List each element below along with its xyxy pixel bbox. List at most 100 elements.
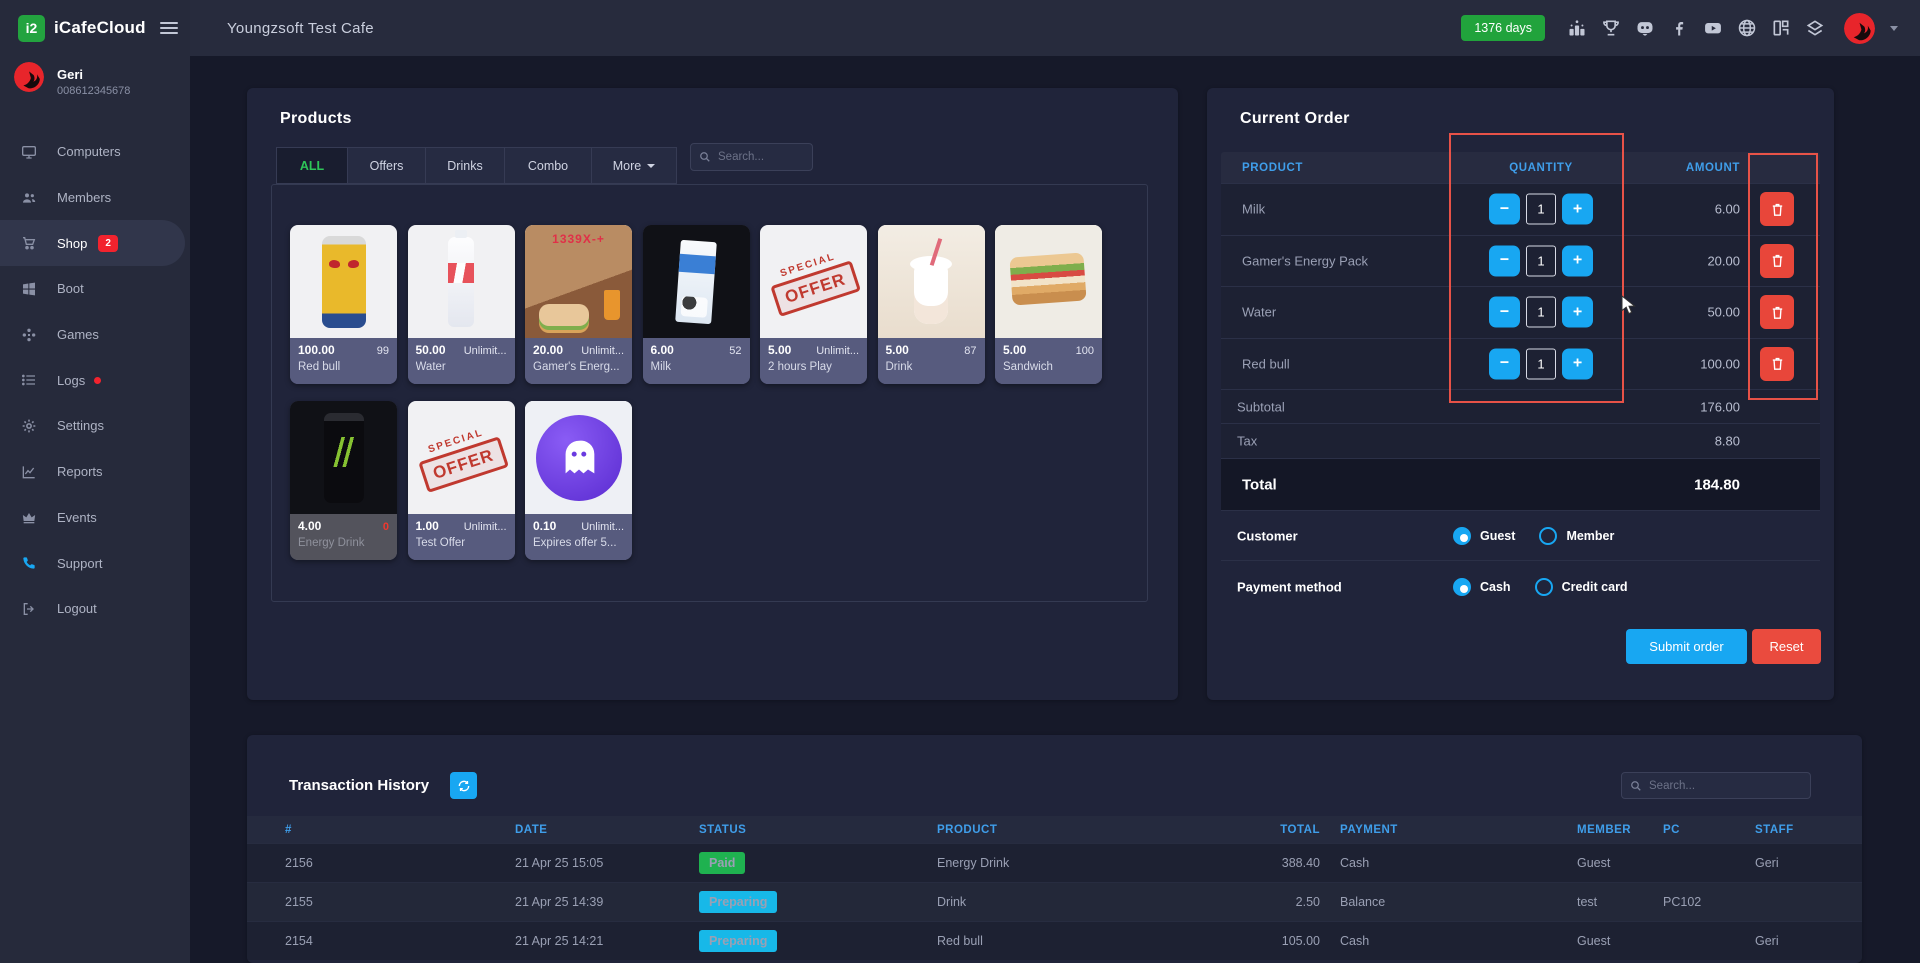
qty-input[interactable] bbox=[1526, 297, 1556, 328]
table-row[interactable]: 2155 21 Apr 25 14:39 Preparing Drink 2.5… bbox=[247, 882, 1862, 921]
subscription-days-badge[interactable]: 1376 days bbox=[1461, 15, 1545, 41]
decrease-qty-button[interactable]: − bbox=[1489, 297, 1520, 328]
facebook-icon[interactable] bbox=[1668, 18, 1689, 39]
table-row[interactable]: 2154 21 Apr 25 14:21 Preparing Red bull … bbox=[247, 921, 1862, 960]
status-badge: Preparing bbox=[699, 891, 777, 913]
icafecloud-logo-icon: i2 bbox=[18, 15, 45, 42]
combo-meal-image: 1339X-+ bbox=[525, 225, 632, 338]
milkshake-image bbox=[878, 225, 985, 338]
monitor-icon bbox=[20, 143, 37, 160]
sidebar: Geri 008612345678 Computers Members Shop… bbox=[0, 56, 190, 963]
tab-all[interactable]: ALL bbox=[276, 147, 348, 184]
layers-icon[interactable] bbox=[1804, 18, 1825, 39]
increase-qty-button[interactable]: + bbox=[1562, 194, 1593, 225]
ranking-icon[interactable] bbox=[1566, 18, 1587, 39]
increase-qty-button[interactable]: + bbox=[1562, 297, 1593, 328]
chart-icon bbox=[20, 463, 37, 480]
minus-icon: − bbox=[1500, 303, 1509, 321]
minus-icon: − bbox=[1500, 252, 1509, 270]
subtotal-row: Subtotal 176.00 bbox=[1221, 389, 1820, 423]
tab-drinks[interactable]: Drinks bbox=[425, 147, 505, 184]
reset-button[interactable]: Reset bbox=[1752, 629, 1821, 664]
qty-input[interactable] bbox=[1526, 194, 1556, 225]
discord-icon[interactable] bbox=[1634, 18, 1655, 39]
submit-order-button[interactable]: Submit order bbox=[1626, 629, 1747, 664]
order-row: Milk −+ 6.00 bbox=[1221, 183, 1820, 235]
trash-icon bbox=[1770, 356, 1785, 371]
minus-icon: − bbox=[1500, 200, 1509, 218]
decrease-qty-button[interactable]: − bbox=[1489, 348, 1520, 379]
user-avatar bbox=[14, 62, 44, 92]
product-card-drink[interactable]: 5.0087Drink bbox=[878, 225, 985, 384]
history-search-input[interactable] bbox=[1649, 780, 1802, 792]
delete-item-button[interactable] bbox=[1760, 244, 1794, 278]
payment-cash-option[interactable]: Cash bbox=[1453, 578, 1511, 596]
sidebar-item-reports[interactable]: Reports bbox=[0, 449, 190, 495]
icafecloud-site-icon[interactable] bbox=[1770, 18, 1791, 39]
order-row: Water −+ 50.00 bbox=[1221, 286, 1820, 338]
status-badge: Preparing bbox=[699, 930, 777, 952]
product-card-expires-offer[interactable]: 0.10Unlimit...Expires offer 5... bbox=[525, 401, 632, 560]
qty-input[interactable] bbox=[1526, 348, 1556, 379]
decrease-qty-button[interactable]: − bbox=[1489, 245, 1520, 276]
water-bottle-image bbox=[408, 225, 515, 338]
plus-icon: + bbox=[1573, 303, 1582, 321]
tab-combo[interactable]: Combo bbox=[504, 147, 592, 184]
products-tabs: ALL Offers Drinks Combo More bbox=[276, 147, 677, 184]
sidebar-item-support[interactable]: Support bbox=[0, 540, 190, 586]
product-card-milk[interactable]: 6.0052Milk bbox=[643, 225, 750, 384]
sidebar-item-boot[interactable]: Boot bbox=[0, 266, 190, 312]
history-search bbox=[1621, 772, 1811, 799]
sidebar-item-shop[interactable]: Shop 2 bbox=[0, 220, 185, 266]
sidebar-item-games[interactable]: Games bbox=[0, 312, 190, 358]
delete-item-button[interactable] bbox=[1760, 192, 1794, 226]
refresh-button[interactable] bbox=[450, 772, 477, 799]
products-search-input[interactable] bbox=[718, 151, 804, 163]
product-card-test-offer[interactable]: SPECIALOFFER 1.00Unlimit...Test Offer bbox=[408, 401, 515, 560]
brand-area: i2 iCafeCloud bbox=[0, 0, 190, 56]
globe-icon[interactable] bbox=[1736, 18, 1757, 39]
product-card-red-bull[interactable]: 100.0099Red bull bbox=[290, 225, 397, 384]
delete-item-button[interactable] bbox=[1760, 347, 1794, 381]
chevron-down-icon[interactable] bbox=[1890, 26, 1898, 31]
tab-more[interactable]: More bbox=[591, 147, 677, 184]
cart-icon bbox=[20, 235, 37, 252]
user-name: Geri bbox=[57, 67, 130, 82]
qty-input[interactable] bbox=[1526, 245, 1556, 276]
tab-offers[interactable]: Offers bbox=[347, 147, 426, 184]
sidebar-item-logs[interactable]: Logs bbox=[0, 357, 190, 403]
current-order-title: Current Order bbox=[1240, 110, 1350, 128]
delete-item-button[interactable] bbox=[1760, 295, 1794, 329]
product-card-energy-drink[interactable]: 4.000Energy Drink bbox=[290, 401, 397, 560]
radio-selected-icon bbox=[1453, 578, 1471, 596]
menu-toggle-icon[interactable] bbox=[160, 19, 178, 37]
sidebar-user[interactable]: Geri 008612345678 bbox=[14, 62, 130, 97]
sidebar-item-logout[interactable]: Logout bbox=[0, 586, 190, 632]
trash-icon bbox=[1770, 202, 1785, 217]
increase-qty-button[interactable]: + bbox=[1562, 245, 1593, 276]
user-phone: 008612345678 bbox=[57, 85, 130, 97]
product-card-2-hours-play[interactable]: SPECIALOFFER 5.00Unlimit...2 hours Play bbox=[760, 225, 867, 384]
customer-member-option[interactable]: Member bbox=[1539, 527, 1614, 545]
cafe-title: Youngzsoft Test Cafe bbox=[227, 0, 374, 56]
sidebar-item-computers[interactable]: Computers bbox=[0, 129, 190, 175]
decrease-qty-button[interactable]: − bbox=[1489, 194, 1520, 225]
sidebar-item-events[interactable]: Events bbox=[0, 495, 190, 541]
sidebar-nav: Computers Members Shop 2 Boot Games Logs… bbox=[0, 129, 190, 632]
table-row[interactable]: 2156 21 Apr 25 15:05 Paid Energy Drink 3… bbox=[247, 843, 1862, 882]
youtube-icon[interactable] bbox=[1702, 18, 1723, 39]
user-avatar[interactable] bbox=[1844, 13, 1875, 44]
product-card-gamers-energy[interactable]: 1339X-+ 20.00Unlimit...Gamer's Energ... bbox=[525, 225, 632, 384]
product-card-sandwich[interactable]: 5.00100Sandwich bbox=[995, 225, 1102, 384]
minus-icon: − bbox=[1500, 355, 1509, 373]
sidebar-item-settings[interactable]: Settings bbox=[0, 403, 190, 449]
payment-credit-card-option[interactable]: Credit card bbox=[1535, 578, 1628, 596]
products-title: Products bbox=[280, 110, 352, 128]
trophy-icon[interactable] bbox=[1600, 18, 1621, 39]
increase-qty-button[interactable]: + bbox=[1562, 348, 1593, 379]
special-offer-stamp-image: SPECIALOFFER bbox=[408, 401, 515, 514]
special-offer-stamp-image: SPECIALOFFER bbox=[760, 225, 867, 338]
sidebar-item-members[interactable]: Members bbox=[0, 175, 190, 221]
customer-guest-option[interactable]: Guest bbox=[1453, 527, 1515, 545]
product-card-water[interactable]: 50.00Unlimit...Water bbox=[408, 225, 515, 384]
